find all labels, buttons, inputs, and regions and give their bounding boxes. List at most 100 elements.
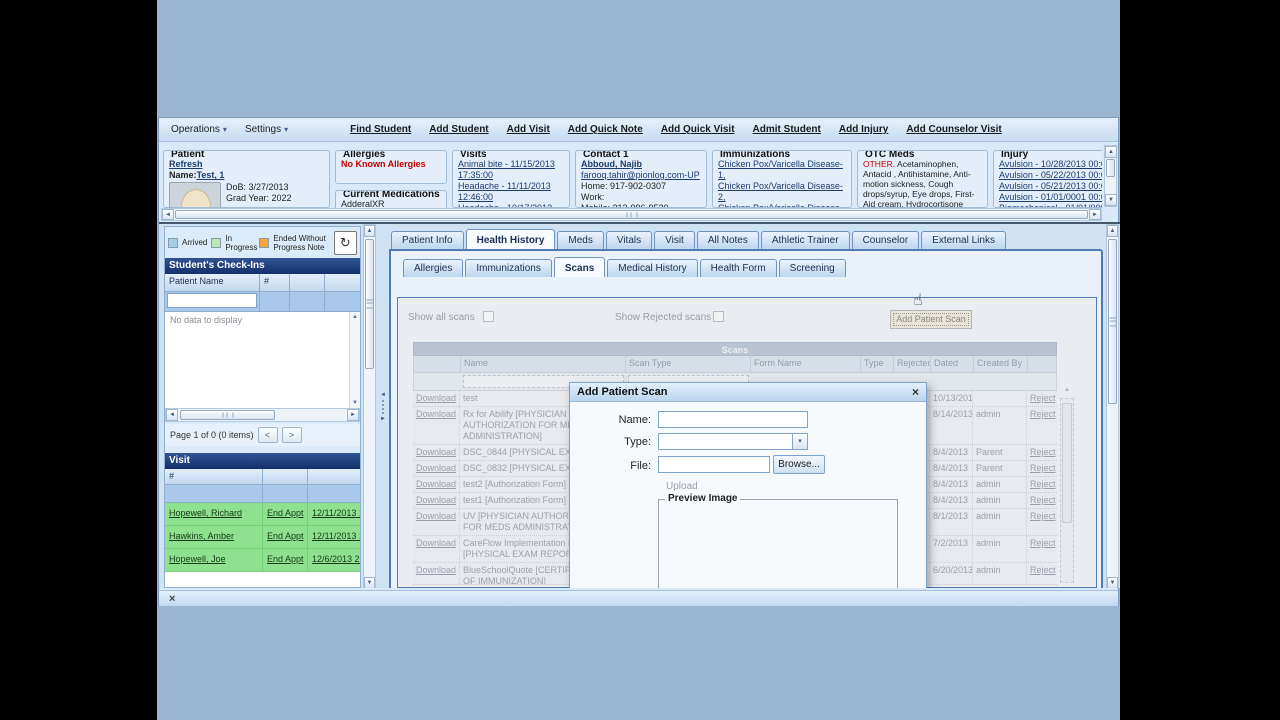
arrived-label: Arrived (182, 238, 208, 247)
refresh-button[interactable]: ↻ (333, 230, 357, 255)
scroll-left-icon[interactable]: ◄ (162, 209, 174, 220)
injury-link[interactable]: Avulsion - 10/28/2013 00:00:00 (999, 159, 1102, 169)
column-patient-name[interactable]: Patient Name (165, 274, 260, 291)
end-appt-link[interactable]: End Appt (267, 508, 304, 518)
header-horizontal-scrollbar[interactable]: ◄ ► (161, 208, 1102, 221)
contact-name-link[interactable]: Abboud, Najib (581, 159, 642, 169)
menu-operations-label: Operations (171, 124, 220, 135)
pager-prev-button[interactable]: < (257, 427, 278, 443)
menu-link-add-injury[interactable]: Add Injury (839, 124, 888, 135)
upload-link[interactable]: Upload (666, 481, 698, 492)
subtab-allergies[interactable]: Allergies (403, 259, 464, 277)
tab-athletic-trainer[interactable]: Athletic Trainer (760, 231, 850, 249)
collapse-left-icon[interactable]: ◄ (380, 392, 386, 398)
close-icon[interactable]: × (912, 386, 919, 398)
checkins-hscroll-thumb[interactable] (180, 410, 275, 420)
tab-meds[interactable]: Meds (557, 231, 604, 249)
visit-patient-link[interactable]: Hawkins, Amber (169, 531, 234, 541)
patient-name-filter-input[interactable] (167, 293, 257, 308)
browse-button[interactable]: Browse... (773, 455, 825, 474)
menu-link-add-counselor-visit[interactable]: Add Counselor Visit (906, 124, 1001, 135)
scroll-down-icon[interactable]: ▼ (1107, 577, 1118, 588)
menu-link-add-quick-note[interactable]: Add Quick Note (568, 124, 643, 135)
chevron-down-icon: ▾ (284, 125, 289, 134)
patient-name-link[interactable]: Test, 1 (197, 170, 225, 180)
scan-name-input[interactable] (658, 411, 808, 428)
visit-date-link[interactable]: 12/11/2013 1:2 (312, 508, 360, 518)
menu-link-find-student[interactable]: Find Student (350, 124, 411, 135)
visit-date-link[interactable]: 12/6/2013 2:05 (312, 554, 360, 564)
column-number[interactable]: # (260, 274, 290, 291)
scroll-up-icon[interactable]: ▲ (350, 314, 360, 320)
panel-splitter[interactable]: ◄ ► (378, 224, 388, 588)
health-history-subtabs: Allergies Immunizations Scans Medical Hi… (403, 257, 846, 277)
immunizations-panel: Immunizations Chicken Pox/Varicella Dise… (712, 150, 852, 208)
tab-vitals[interactable]: Vitals (605, 231, 653, 249)
tab-counselor[interactable]: Counselor (851, 231, 920, 249)
collapse-right-icon[interactable]: ► (380, 416, 386, 422)
scroll-down-icon[interactable]: ▼ (350, 400, 360, 406)
patient-panel-title: Patient (169, 150, 207, 160)
close-icon[interactable]: × (169, 593, 175, 605)
visit-panel-header: Visit (165, 453, 360, 469)
visit-link[interactable]: Headache - 11/11/2013 12:46:00 (458, 181, 551, 202)
dialog-titlebar[interactable]: Add Patient Scan × (570, 383, 926, 402)
immunization-link[interactable]: Chicken Pox/Varicella Disease-2, (718, 181, 843, 202)
chevron-down-icon: ▾ (222, 125, 227, 134)
scroll-up-icon[interactable]: ▲ (1105, 146, 1117, 158)
scroll-down-icon[interactable]: ▼ (364, 577, 375, 588)
menu-link-admit-student[interactable]: Admit Student (753, 124, 821, 135)
scroll-left-icon[interactable]: ◄ (166, 409, 178, 421)
header-vertical-scrollbar[interactable]: ▲ ▼ (1104, 145, 1117, 207)
subtab-scans[interactable]: Scans (553, 257, 606, 277)
scroll-up-icon[interactable]: ▲ (364, 225, 375, 237)
tab-patient-info[interactable]: Patient Info (391, 231, 464, 249)
checkins-grid-scrollbar[interactable]: ▲ ▼ (349, 312, 360, 408)
tab-visit[interactable]: Visit (654, 231, 695, 249)
menu-link-add-visit[interactable]: Add Visit (507, 124, 550, 135)
sidebar-vertical-scrollbar[interactable]: ▲ ▼ (363, 224, 376, 588)
tab-health-history[interactable]: Health History (465, 229, 556, 249)
menu-link-add-student[interactable]: Add Student (429, 124, 488, 135)
immunization-link[interactable]: Chicken Pox/Varicella Disease-1, (718, 159, 843, 180)
visit-filter-row (165, 485, 360, 503)
scroll-right-icon[interactable]: ► (347, 409, 359, 421)
refresh-link[interactable]: Refresh (169, 159, 203, 169)
subtab-immunizations[interactable]: Immunizations (465, 259, 552, 277)
subtab-screening[interactable]: Screening (778, 259, 846, 277)
chevron-down-icon[interactable]: ▾ (792, 434, 807, 449)
menu-operations[interactable]: Operations ▾ (171, 124, 227, 135)
visit-link[interactable]: Animal bite - 11/15/2013 17:35:00 (458, 159, 555, 180)
pager-next-button[interactable]: > (281, 427, 302, 443)
injury-link[interactable]: Avulsion - 01/01/0001 00:00:00 (999, 192, 1102, 202)
scroll-up-icon[interactable]: ▲ (1107, 225, 1118, 237)
main-vscroll-thumb[interactable] (1108, 239, 1117, 404)
tab-all-notes[interactable]: All Notes (696, 231, 759, 249)
checkins-horizontal-scrollbar[interactable]: ◄ ► (165, 408, 360, 422)
menu-settings[interactable]: Settings ▾ (245, 124, 288, 135)
contact-email-link[interactable]: farooq.tahir@pionlog.com-UP (581, 170, 700, 180)
end-appt-link[interactable]: End Appt (267, 531, 304, 541)
tab-external-links[interactable]: External Links (921, 231, 1006, 249)
sidebar-vscroll-thumb[interactable] (365, 239, 374, 369)
injury-link[interactable]: Avulsion - 05/22/2013 00:00:00 (999, 170, 1102, 180)
subtab-medical-history[interactable]: Medical History (607, 259, 698, 277)
end-appt-link[interactable]: End Appt (267, 554, 304, 564)
scroll-right-icon[interactable]: ► (1089, 209, 1101, 220)
main-vertical-scrollbar[interactable]: ▲ ▼ (1106, 224, 1119, 588)
visits-panel: Visits Animal bite - 11/15/2013 17:35:00… (452, 150, 570, 208)
injury-link[interactable]: Avulsion - 05/21/2013 00:00:00 (999, 181, 1102, 191)
scroll-down-icon[interactable]: ▼ (1105, 194, 1117, 206)
scan-type-select[interactable]: ▾ (658, 433, 808, 450)
header-vscroll-thumb[interactable] (1106, 159, 1115, 177)
subtab-health-form[interactable]: Health Form (699, 259, 777, 277)
splitter-grip (382, 400, 384, 414)
header-hscroll-thumb[interactable] (175, 210, 1088, 219)
visit-patient-link[interactable]: Hopewell, Richard (169, 508, 242, 518)
file-path-input[interactable] (658, 456, 770, 473)
visit-patient-link[interactable]: Hopewell, Joe (169, 554, 226, 564)
visit-date-link[interactable]: 12/11/2013 11: (312, 531, 360, 541)
menu-link-add-quick-visit[interactable]: Add Quick Visit (661, 124, 735, 135)
column-number[interactable]: # (165, 469, 263, 484)
ended-color-swatch (259, 237, 270, 248)
